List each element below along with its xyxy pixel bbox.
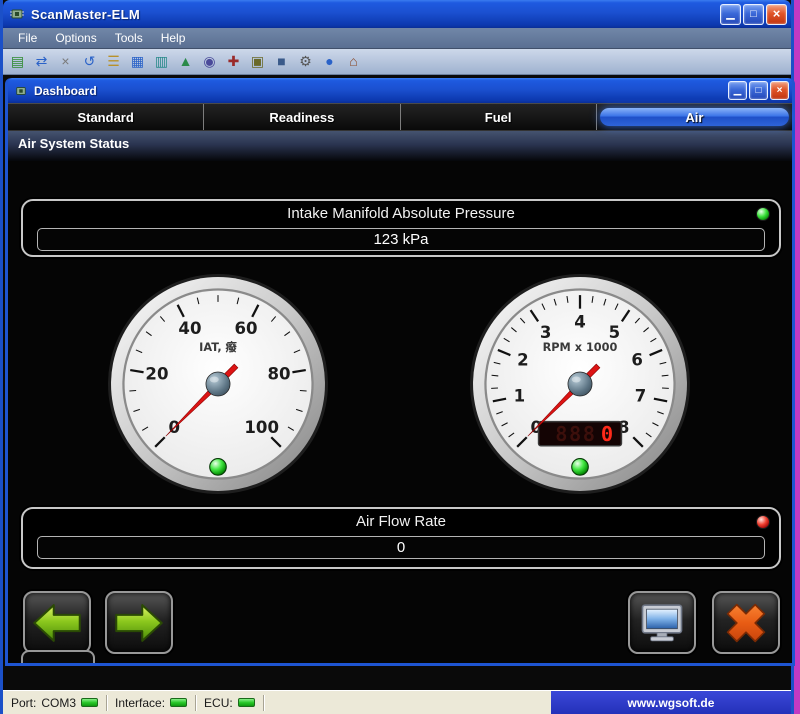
menu-help[interactable]: Help [152,28,195,48]
svg-text:60: 60 [234,319,257,338]
status-bar: Port: COM3 Interface: ECU: www.wgsoft.de [3,690,791,714]
ecu-status-led [238,698,255,707]
monitor-view-button[interactable] [628,591,696,654]
partial-panel-stub [21,650,95,663]
dashboard-minimize-button[interactable]: ▁ [728,81,747,100]
svg-text:RPM x 1000: RPM x 1000 [543,341,618,354]
svg-text:0: 0 [601,422,615,446]
tab-label: Fuel [485,110,512,125]
port-label: Port: [11,696,36,710]
svg-text:20: 20 [145,365,168,384]
info-icon[interactable]: ● [319,51,340,72]
reset-icon[interactable]: ↺ [79,51,100,72]
interface-label: Interface: [115,696,165,710]
air-flow-panel: Air Flow Rate 0 [21,507,781,569]
svg-text:6: 6 [631,351,643,370]
exit-dashboard-button[interactable] [712,591,780,654]
dashboard-client: Standard Readiness Fuel Air Air System Stat… [8,103,792,663]
menu-bar: FileOptionsToolsHelp [3,28,791,49]
top-panel-led [756,207,770,221]
toolbar: ▤⇄×↺☰▦▥▲◉✚▣■⚙●⌂ [3,49,791,75]
svg-text:5: 5 [609,323,621,342]
tab-label: Readiness [269,110,334,125]
interface-status-led [170,698,187,707]
section-title: Air System Status [18,136,129,151]
left-arrow-icon [31,600,83,646]
statusbar-spacer [272,695,551,711]
right-arrow-icon [113,600,165,646]
menu-file[interactable]: File [9,28,46,48]
intake-pressure-panel: Intake Manifold Absolute Pressure 123 kP… [21,199,781,257]
svg-text:3: 3 [540,323,552,342]
screen: ScanMaster-ELM ▁ □ × FileOptionsToolsHel… [0,0,800,714]
next-page-button[interactable] [105,591,173,654]
dashboard-window-title: Dashboard [34,84,97,98]
svg-text:40: 40 [178,319,201,338]
tab-readiness[interactable]: Readiness [204,104,400,130]
svg-text:4: 4 [574,313,586,332]
mdi-area: Dashboard ▁ □ × Standard Readiness Fuel Air… [3,75,791,690]
dashboard-maximize-button[interactable]: □ [749,81,768,100]
iat-gauge: 020406080100 IAT, 癈 [105,271,331,497]
air-flow-title: Air Flow Rate [23,509,779,534]
app-icon [9,7,25,21]
dashboard-titlebar[interactable]: Dashboard ▁ □ × [8,78,792,103]
rpm-gauge: 012345678 RPM x 1000 888 0 [467,271,693,497]
svg-text:7: 7 [635,386,647,405]
minimize-button[interactable]: ▁ [720,4,741,25]
intake-pressure-value: 123 kPa [37,228,765,251]
section-header: Air System Status [8,131,792,161]
connect-icon[interactable]: ⇄ [31,51,52,72]
tab-air[interactable]: Air [597,104,792,130]
settings-icon[interactable]: ⚙ [295,51,316,72]
tab-fuel[interactable]: Fuel [401,104,597,130]
maximize-button[interactable]: □ [743,4,764,25]
main-window: ScanMaster-ELM ▁ □ × FileOptionsToolsHel… [0,0,794,714]
svg-text:888: 888 [555,422,596,446]
menu-tools[interactable]: Tools [106,28,152,48]
dtc-list-icon[interactable]: ☰ [103,51,124,72]
graph-icon[interactable]: ▲ [175,51,196,72]
bottom-panel-led [756,515,770,529]
tab-label: Air [685,110,703,125]
close-button[interactable]: × [766,4,787,25]
port-value: COM3 [41,696,76,710]
svg-text:2: 2 [517,351,529,370]
svg-text:100: 100 [244,418,279,437]
menu-options[interactable]: Options [46,28,105,48]
ecu-label: ECU: [204,696,233,710]
exit-icon[interactable]: ⌂ [343,51,364,72]
tab-bar: Standard Readiness Fuel Air [8,103,792,131]
dashboard-icon[interactable]: ◉ [199,51,220,72]
tab-standard[interactable]: Standard [8,104,204,130]
air-flow-value: 0 [37,536,765,559]
main-titlebar[interactable]: ScanMaster-ELM ▁ □ × [3,0,791,28]
statusbar-divider [195,695,197,711]
monitor-icon[interactable]: ■ [271,51,292,72]
port-status-led [81,698,98,707]
close-x-icon [720,600,772,646]
svg-text:80: 80 [267,365,290,384]
intake-pressure-title: Intake Manifold Absolute Pressure [23,201,779,226]
statusbar-divider [263,695,265,711]
wgsoft-link[interactable]: www.wgsoft.de [551,691,791,714]
tests-icon[interactable]: ✚ [223,51,244,72]
dashboard-close-button[interactable]: × [770,81,789,100]
sensors-icon[interactable]: ▥ [151,51,172,72]
dashboard-window: Dashboard ▁ □ × Standard Readiness Fuel Air… [5,78,795,666]
freeze-frame-icon[interactable]: ▦ [127,51,148,72]
statusbar-divider [106,695,108,711]
dashboard-content: Intake Manifold Absolute Pressure 123 kP… [8,161,792,663]
dashboard-window-icon [13,85,29,97]
disconnect-icon[interactable]: × [55,51,76,72]
svg-text:IAT, 癈: IAT, 癈 [199,340,237,354]
chip-icon[interactable]: ▤ [7,51,28,72]
log-icon[interactable]: ▣ [247,51,268,72]
prev-page-button[interactable] [23,591,91,654]
monitor-screen-icon [636,600,688,646]
main-window-title: ScanMaster-ELM [31,7,140,22]
svg-text:1: 1 [514,386,526,405]
tab-label: Standard [77,110,133,125]
